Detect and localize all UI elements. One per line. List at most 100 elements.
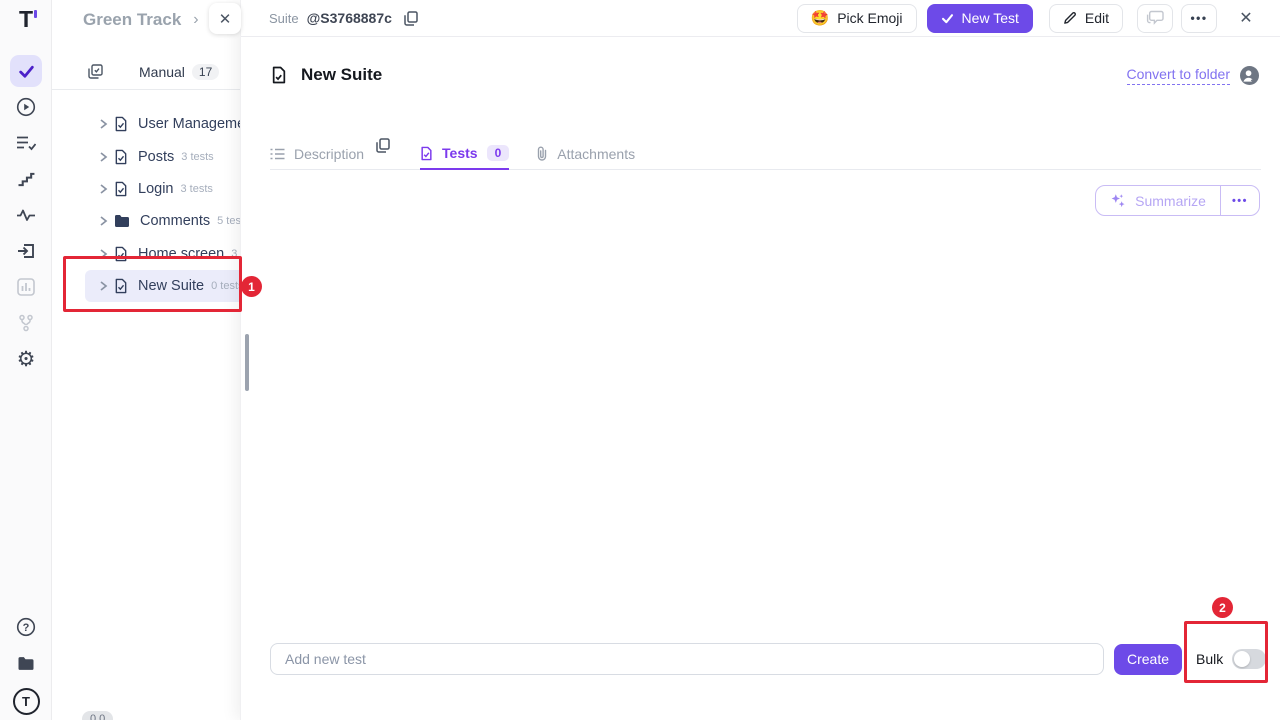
rail-item-tests[interactable] bbox=[10, 55, 42, 87]
suite-doc-icon bbox=[114, 278, 128, 294]
rail-item-analytics[interactable] bbox=[10, 199, 42, 231]
bulk-label: Bulk bbox=[1196, 651, 1223, 667]
project-name[interactable]: Green Track bbox=[83, 10, 181, 30]
tree-row-comments[interactable]: Comments 5 tests bbox=[52, 205, 240, 237]
pick-emoji-button[interactable]: 🤩 Pick Emoji bbox=[797, 4, 917, 33]
suite-id: @S3768887c bbox=[307, 10, 392, 26]
suite-heading: New Suite Convert to folder bbox=[241, 58, 1280, 92]
rail-item-reports[interactable] bbox=[10, 271, 42, 303]
icon-rail: T bbox=[0, 0, 52, 720]
brand-circle-icon: T bbox=[13, 688, 40, 715]
rail-item-branches[interactable] bbox=[10, 307, 42, 339]
version-badge: 0.0 bbox=[82, 711, 113, 720]
summarize-more-button[interactable]: ••• bbox=[1220, 186, 1259, 215]
chevron-right-icon[interactable] bbox=[99, 119, 108, 129]
chevron-right-icon[interactable] bbox=[99, 152, 108, 162]
check-icon bbox=[18, 63, 35, 80]
suite-title: New Suite bbox=[301, 65, 382, 85]
suite-type-label: Suite bbox=[269, 11, 299, 26]
assignee-avatar[interactable] bbox=[1240, 66, 1259, 85]
rail-item-help[interactable]: ? bbox=[10, 611, 42, 643]
suite-doc-icon bbox=[114, 149, 128, 165]
check-icon bbox=[941, 12, 954, 25]
suite-detail-panel: Suite @S3768887c 🤩 Pick Emoji New Test E… bbox=[240, 0, 1280, 720]
folder-icon bbox=[114, 214, 130, 228]
panel-resize-handle[interactable] bbox=[245, 334, 249, 391]
manual-count-badge: 17 bbox=[192, 64, 219, 80]
svg-text:?: ? bbox=[23, 622, 30, 634]
suite-doc-icon bbox=[114, 181, 128, 197]
sign-in-icon bbox=[17, 243, 35, 259]
app-logo[interactable]: T bbox=[0, 4, 52, 34]
suites-tree: User Management Posts 3 tests Login 3 te… bbox=[52, 108, 240, 302]
suite-doc-icon bbox=[114, 116, 128, 132]
ellipsis-icon: ••• bbox=[1232, 195, 1248, 207]
gear-icon: ⚙ bbox=[17, 349, 36, 370]
create-button[interactable]: Create bbox=[1114, 644, 1182, 675]
edit-button[interactable]: Edit bbox=[1049, 4, 1123, 33]
mode-tabs: Manual 17 Automated bbox=[52, 54, 240, 90]
rail-item-projects[interactable] bbox=[10, 647, 42, 679]
app-window: T bbox=[0, 0, 1280, 720]
chevron-right-icon[interactable] bbox=[99, 216, 108, 226]
suite-doc-icon bbox=[114, 246, 128, 262]
suite-doc-icon bbox=[271, 66, 287, 84]
rail-item-steps[interactable] bbox=[10, 163, 42, 195]
comments-button[interactable] bbox=[1137, 4, 1173, 33]
pencil-icon bbox=[1063, 11, 1077, 25]
bar-chart-icon bbox=[17, 278, 35, 296]
close-suite-button[interactable]: ✕ bbox=[1231, 8, 1261, 28]
tree-row-posts[interactable]: Posts 3 tests bbox=[52, 140, 240, 172]
new-test-button[interactable]: New Test bbox=[927, 4, 1033, 33]
chevron-right-icon[interactable] bbox=[99, 281, 108, 291]
add-test-bar: Create Bulk bbox=[241, 642, 1280, 676]
chevron-right-icon[interactable] bbox=[99, 184, 108, 194]
suite-topbar: Suite @S3768887c 🤩 Pick Emoji New Test E… bbox=[241, 0, 1280, 37]
summarize-button[interactable]: Summarize bbox=[1096, 186, 1220, 215]
play-circle-icon bbox=[16, 97, 36, 117]
help-icon: ? bbox=[16, 617, 36, 637]
chat-icon bbox=[1146, 10, 1164, 26]
rail-item-brand[interactable]: T bbox=[10, 685, 42, 717]
tab-description[interactable]: Description bbox=[270, 138, 364, 170]
branch-icon bbox=[18, 314, 34, 332]
tab-attachments[interactable]: Attachments bbox=[536, 138, 635, 170]
add-test-input[interactable] bbox=[270, 643, 1104, 675]
tests-count-badge: 0 bbox=[487, 145, 510, 161]
tree-row-home-screen[interactable]: Home screen 3 tests bbox=[52, 238, 240, 270]
suite-doc-icon bbox=[420, 146, 433, 161]
rail-item-plans[interactable] bbox=[10, 127, 42, 159]
tree-row-new-suite[interactable]: New Suite 0 tests bbox=[52, 270, 240, 302]
summarize-split-button: Summarize ••• bbox=[1095, 185, 1260, 216]
more-actions-button[interactable]: ••• bbox=[1181, 4, 1217, 33]
list-icon bbox=[270, 148, 285, 160]
convert-to-folder-link[interactable]: Convert to folder bbox=[1127, 66, 1231, 85]
rail-item-runs[interactable] bbox=[10, 91, 42, 123]
chevron-right-icon[interactable] bbox=[99, 249, 108, 259]
rail-item-pull[interactable] bbox=[10, 235, 42, 267]
emoji-icon: 🤩 bbox=[811, 9, 830, 27]
sparkles-icon bbox=[1110, 193, 1126, 209]
tab-manual[interactable]: Manual 17 bbox=[139, 64, 219, 80]
copy-description-icon[interactable] bbox=[376, 138, 390, 153]
ellipsis-icon: ••• bbox=[1190, 11, 1207, 25]
suites-panel: Green Track › Manual 17 Automated User M… bbox=[52, 0, 240, 720]
topbar-actions: 🤩 Pick Emoji New Test Edit ••• bbox=[797, 4, 1262, 33]
copy-check-icon bbox=[88, 64, 103, 79]
bulk-toggle[interactable] bbox=[1232, 649, 1266, 669]
paperclip-icon bbox=[536, 146, 548, 162]
suite-tabs: Description Tests 0 Attachments bbox=[270, 138, 1261, 170]
copy-suite-id-icon[interactable] bbox=[404, 11, 418, 26]
rail-item-settings[interactable]: ⚙ bbox=[10, 343, 42, 375]
close-icon: ✕ bbox=[219, 10, 232, 28]
stairs-icon bbox=[17, 172, 35, 187]
folder-icon bbox=[17, 656, 35, 671]
tab-tests[interactable]: Tests 0 bbox=[420, 138, 509, 170]
tree-row-login[interactable]: Login 3 tests bbox=[52, 173, 240, 205]
list-check-icon bbox=[16, 135, 36, 151]
close-panel-button[interactable]: ✕ bbox=[209, 3, 241, 34]
chevron-right-icon: › bbox=[193, 11, 198, 29]
close-icon: ✕ bbox=[1239, 8, 1252, 28]
pulse-icon bbox=[16, 208, 36, 222]
tree-row-user-management[interactable]: User Management bbox=[52, 108, 240, 140]
